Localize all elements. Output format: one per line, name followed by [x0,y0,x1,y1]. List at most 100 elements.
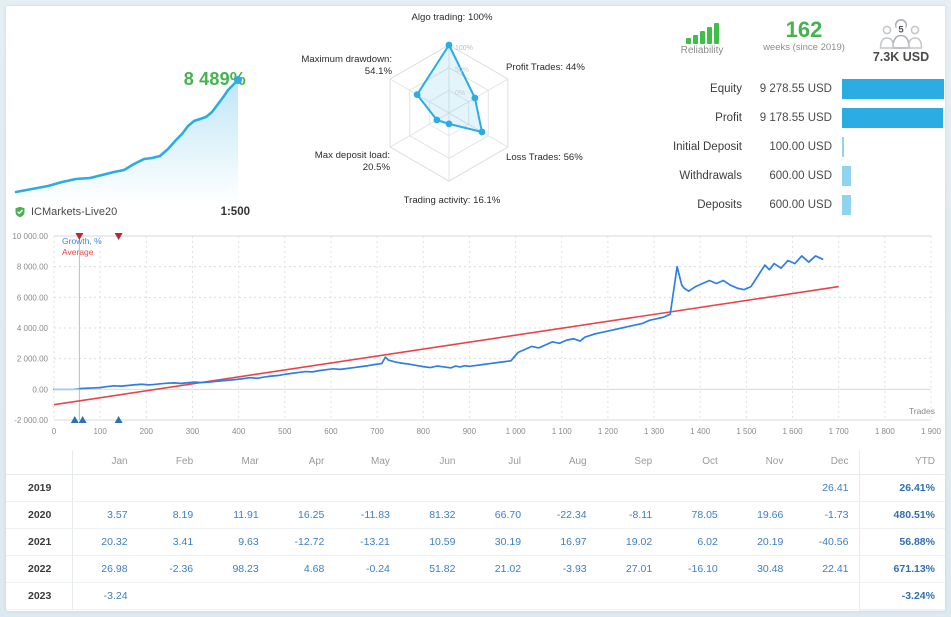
table-cell-month: 19.02 [596,528,663,556]
radar-label-maximum-drawdown: Maximum drawdown: 54.1% [301,54,392,77]
chart-xtick-label: 400 [232,427,246,436]
weeks-value: 162 [785,17,823,42]
table-cell-month: 20.19 [727,528,794,556]
financial-value: 9 178.55 USD [759,111,832,124]
growth-endpoint-dot [234,76,242,84]
financial-bar-fill [842,78,944,99]
financial-bar-track [842,78,944,99]
table-body: 2019 26.41 26.41% 2020 3.57 8.19 11.91 16.25 -11… [6,474,945,610]
table-cell-month [531,582,597,610]
chart-xtick-label: 1 700 [829,427,850,436]
table-row: 2022 26.98 -2.36 98.23 4.68 -0.24 51.82 21.02 -3… [6,555,945,583]
financial-label: Withdrawals [679,169,742,182]
table-cell-month: 78.05 [662,501,728,529]
table-cell-month [203,474,269,502]
table-cell-month [727,582,794,610]
subscribers-badge-count: 5 [898,25,904,36]
chart-xtick-label: 600 [324,427,338,436]
table-cell-month [727,474,794,502]
reliability-bars-icon [660,22,744,44]
col-mar: Mar [203,450,269,475]
growth-chart-panel[interactable]: 10 000.00 8 000.00 6 000.00 4 000.00 2 000.0… [6,222,945,450]
table-cell-month: 51.82 [399,555,466,583]
growth-chart-svg: 10 000.00 8 000.00 6 000.00 4 000.00 2 000.0… [12,232,941,436]
financial-row-equity: Equity 9 278.55 USD [654,74,944,103]
subscribers-kpi: 5 7.3K USD [858,18,944,64]
radar-chart-panel: 100% 50% 0% Algo trading: 100% Profit Tr… [274,10,624,216]
table-cell-month: 21.02 [465,555,532,583]
table-row: 2021 20.32 3.41 9.63 -12.72 -13.21 10.59 30.19 1… [6,528,945,556]
chart-xtick-label: 100 [93,427,107,436]
table-head: Jan Feb Mar Apr May Jun Jul Aug Sep Oct … [6,450,945,475]
col-jun: Jun [399,450,466,475]
chart-xtick-label: 1 800 [875,427,896,436]
table-cell-month: -16.10 [662,555,728,583]
financials-list: Equity 9 278.55 USD Profit 9 178.55 USD … [654,74,944,219]
table-cell-month: -3.24 [72,582,138,610]
radar-label-algo-trading: Algo trading: 100% [411,12,493,23]
financial-bar-track [842,194,944,215]
col-ytd: YTD [858,450,945,475]
chart-xtick-label: 1 300 [644,427,665,436]
table-cell-month [662,582,728,610]
radar-point-profit-trades [471,94,479,102]
table-cell-month: 16.97 [531,528,597,556]
table-cell-month: -13.21 [334,528,400,556]
table-cell-month: -0.24 [334,555,400,583]
col-nov: Nov [727,450,794,475]
financial-label: Deposits [697,198,742,211]
subscribers-value: 7.3K USD [872,50,930,64]
broker-info: ICMarkets-Live20 [14,206,117,218]
legend-item-growth: Growth, % [62,236,102,246]
growth-sparkline-chart [14,76,242,204]
chart-xtick-label: 0 [52,427,57,436]
table-cell-month: -2.36 [137,555,204,583]
financial-label: Equity [710,82,742,95]
table-cell-month: -11.83 [334,501,400,529]
radar-ring-label-0: 0% [455,90,465,97]
growth-sparkline-panel[interactable]: 8 489% ICMarkets-Live20 1:500 [10,14,250,218]
table-total-row: Total: 8 489.31% [6,609,945,611]
table-cell-month: 26.41 [793,474,859,502]
col-oct: Oct [662,450,728,475]
radar-ring-label-100: 100% [455,45,473,52]
table-cell-month: 11.91 [203,501,269,529]
chart-legend: Growth, % Average [62,236,102,258]
table-row: 2023 -3.24 -3.24% [6,582,945,610]
financial-value: 9 278.55 USD [759,82,832,95]
radar-chart: 100% 50% 0% [389,41,509,182]
table-cell-month [465,474,532,502]
table-cell-month: 3.41 [137,528,204,556]
weeks-label: weeks (since 2019) [763,42,845,53]
chart-xtick-label: 700 [370,427,384,436]
table-cell-month: -8.11 [596,501,663,529]
col-sep: Sep [596,450,663,475]
col-aug: Aug [531,450,597,475]
table-cell-month: -12.72 [268,528,335,556]
total-value: 8 489.31% [858,609,945,611]
col-feb: Feb [137,450,204,475]
total-label: Total: [72,609,859,611]
chart-xtick-label: 500 [278,427,292,436]
col-apr: Apr [268,450,335,475]
monthly-returns-table-wrap: Jan Feb Mar Apr May Jun Jul Aug Sep Oct … [6,450,945,611]
chart-ytick-label: -2 000.00 [14,416,48,425]
table-row: 2019 26.41 26.41% [6,474,945,502]
table-cell-ytd: 56.88% [858,528,945,556]
financial-bar-fill [842,107,943,128]
financial-bar-track [842,107,944,128]
chart-xtick-label: 200 [140,427,154,436]
table-cell-month: 19.66 [727,501,794,529]
financial-bar-fill [842,194,851,215]
kpi-row: Reliability 162 weeks (since 2019) 5 7.3… [654,14,944,70]
table-cell-month: 4.68 [268,555,335,583]
table-cell-month: -1.73 [793,501,859,529]
chart-xtick-label: 300 [186,427,200,436]
table-cell-month: -3.93 [531,555,597,583]
table-cell-month [399,474,466,502]
table-cell-month: -22.34 [531,501,597,529]
table-cell-year: 2022 [6,555,73,583]
chart-xtick-label: 1 200 [598,427,619,436]
page-root: 8 489% ICMarkets-Live20 1:500 100% 50% 0… [0,0,951,617]
table-cell-month [793,582,859,610]
